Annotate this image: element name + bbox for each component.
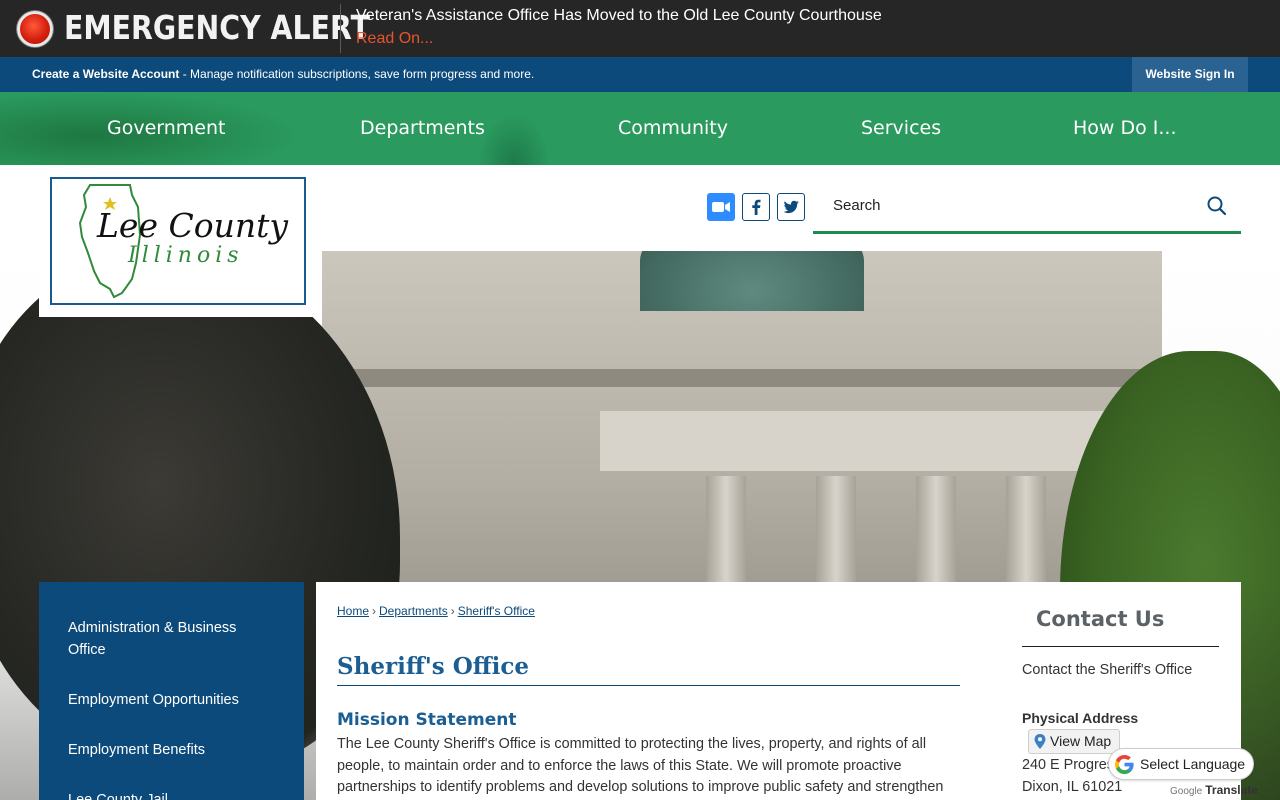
view-map-button[interactable]: View Map <box>1028 729 1121 754</box>
create-account-description: - Manage notification subscriptions, sav… <box>179 67 535 81</box>
address-line-2: Dixon, IL 61021 <box>1022 779 1123 795</box>
breadcrumb-sheriffs-office[interactable]: Sheriff's Office <box>458 604 535 618</box>
select-language-dropdown[interactable]: Select Language <box>1108 748 1254 780</box>
zoom-icon[interactable] <box>707 193 735 221</box>
google-wordmark: Google <box>1170 786 1203 797</box>
nav-item-community[interactable]: Community <box>618 92 728 165</box>
mission-heading: Mission Statement <box>337 710 517 730</box>
emergency-alert-label: EMERGENCY ALERT <box>64 8 370 47</box>
logo-subtitle: Illinois <box>128 243 244 268</box>
breadcrumb-departments[interactable]: Departments <box>379 604 448 618</box>
select-language-label: Select Language <box>1140 756 1246 772</box>
nav-item-services[interactable]: Services <box>861 92 941 165</box>
main-content: Home › Departments › Sheriff's Office Sherif… <box>316 582 1241 800</box>
site-logo[interactable]: Lee County Illinois <box>39 165 316 317</box>
hero-column <box>816 476 856 596</box>
contact-link[interactable]: Contact the Sheriff's Office <box>1022 662 1192 678</box>
physical-address-label: Physical Address <box>1022 710 1139 726</box>
side-nav-item-jail[interactable]: Lee County Jail <box>68 789 268 800</box>
powered-by-google-translate[interactable]: Google Translate <box>1170 783 1258 797</box>
main-navigation: Government Departments Community Service… <box>0 92 1280 165</box>
logo-title: Lee County <box>97 206 288 245</box>
side-nav-item-employment-opportunities[interactable]: Employment Opportunities <box>68 689 268 711</box>
emergency-alert-bar: EMERGENCY ALERT Veteran's Assistance Off… <box>0 0 1280 57</box>
google-g-icon <box>1115 755 1134 774</box>
hero-cornice <box>322 369 1162 387</box>
translate-wordmark: Translate <box>1205 783 1258 797</box>
side-navigation: Administration & Business Office Employm… <box>39 582 304 800</box>
hero-column <box>706 476 746 596</box>
hero-frieze <box>600 411 1120 471</box>
facebook-icon[interactable] <box>742 193 770 221</box>
breadcrumb: Home › Departments › Sheriff's Office <box>337 604 535 618</box>
twitter-icon[interactable] <box>777 193 805 221</box>
breadcrumb-separator: › <box>450 604 455 618</box>
hero-dome <box>640 251 864 311</box>
create-account-link[interactable]: Create a Website Account <box>32 67 179 81</box>
alert-siren-icon <box>17 11 53 47</box>
page-title: Sheriff's Office <box>337 653 529 680</box>
side-nav-item-administration[interactable]: Administration & Business Office <box>68 617 268 661</box>
mission-text: The Lee County Sheriff's Office is commi… <box>337 736 944 795</box>
search-icon[interactable] <box>1205 194 1229 218</box>
view-map-label: View Map <box>1050 733 1112 749</box>
account-bar: Create a Website Account - Manage notifi… <box>0 57 1280 92</box>
breadcrumb-separator: › <box>372 604 377 618</box>
search-input[interactable] <box>813 180 1193 231</box>
contact-divider <box>1022 646 1219 647</box>
contact-heading: Contact Us <box>1036 607 1165 631</box>
logo-frame: Lee County Illinois <box>50 177 306 305</box>
website-sign-in-button[interactable]: Website Sign In <box>1132 57 1248 92</box>
hero-column <box>916 476 956 596</box>
nav-item-how-do-i[interactable]: How Do I... <box>1073 92 1177 165</box>
create-account-notice[interactable]: Create a Website Account - Manage notifi… <box>32 67 534 82</box>
title-divider <box>337 685 960 686</box>
nav-item-departments[interactable]: Departments <box>360 92 485 165</box>
side-nav-item-employment-benefits[interactable]: Employment Benefits <box>68 739 268 761</box>
map-pin-icon <box>1034 734 1046 749</box>
alert-read-on-link[interactable]: Read On... <box>356 29 433 49</box>
nav-background-dome <box>478 114 550 165</box>
hero-column <box>1006 476 1046 596</box>
site-search <box>813 180 1241 234</box>
breadcrumb-home[interactable]: Home <box>337 604 369 618</box>
alert-message[interactable]: Veteran's Assistance Office Has Moved to… <box>356 6 882 26</box>
alert-divider <box>340 4 341 53</box>
nav-item-government[interactable]: Government <box>107 92 226 165</box>
